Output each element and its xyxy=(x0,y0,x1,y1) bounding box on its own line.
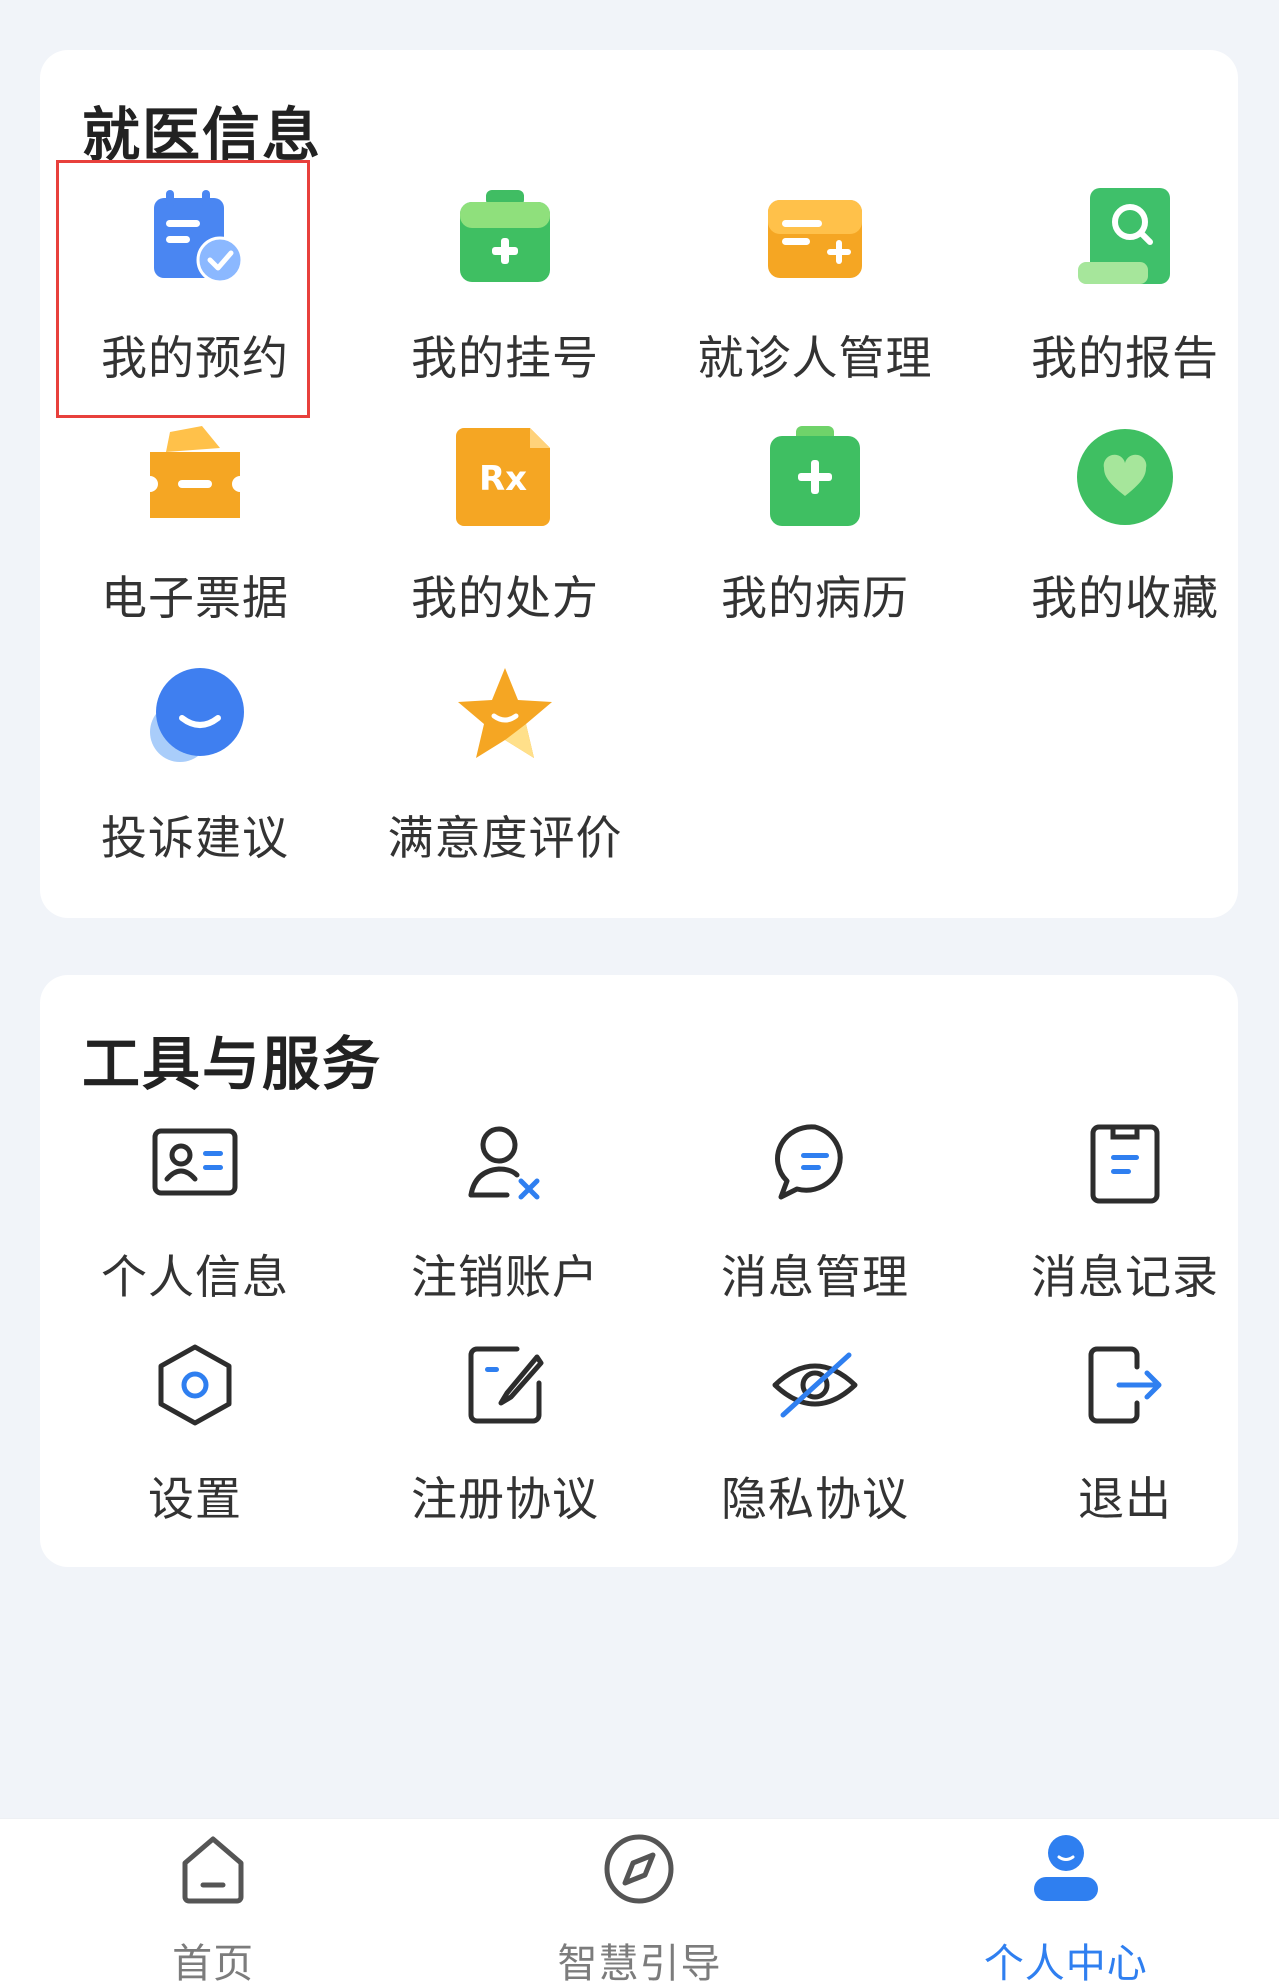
logout-icon xyxy=(1077,1337,1173,1433)
e-ticket-item[interactable]: 电子票据 xyxy=(40,400,350,640)
patient-management-item[interactable]: 就诊人管理 xyxy=(660,160,970,400)
medical-info-card: 就医信息 我的预约 我的挂号 就诊人管理 我的报告 电子票据 Rx 我的处方 我… xyxy=(40,50,1238,918)
id-card-icon xyxy=(147,1115,243,1211)
complaint-label: 投诉建议 xyxy=(101,811,289,865)
tab-personal-center-label: 个人中心 xyxy=(983,1941,1148,1986)
heart-icon xyxy=(1070,422,1180,532)
message-record-label: 消息记录 xyxy=(1031,1250,1219,1304)
personal-info-label: 个人信息 xyxy=(101,1250,289,1304)
my-report-item[interactable]: 我的报告 xyxy=(970,160,1279,400)
clipboard-icon xyxy=(1077,1115,1173,1211)
medical-kit-icon xyxy=(450,182,560,292)
svg-text:Rx: Rx xyxy=(479,459,527,499)
registration-agreement-label: 注册协议 xyxy=(411,1472,599,1526)
my-medical-record-item[interactable]: 我的病历 xyxy=(660,400,970,640)
complaint-item[interactable]: 投诉建议 xyxy=(40,640,350,880)
my-registration-label: 我的挂号 xyxy=(411,331,599,385)
tab-home-label: 首页 xyxy=(172,1941,255,1986)
personal-info-item[interactable]: 个人信息 xyxy=(40,1115,350,1337)
report-search-icon xyxy=(1070,182,1180,292)
patient-management-label: 就诊人管理 xyxy=(697,331,933,385)
my-favorites-label: 我的收藏 xyxy=(1031,571,1219,625)
privacy-agreement-label: 隐私协议 xyxy=(721,1472,909,1526)
calendar-check-icon xyxy=(140,182,250,292)
tools-services-title: 工具与服务 xyxy=(82,1030,383,1098)
settings-label: 设置 xyxy=(148,1472,242,1526)
medical-record-icon xyxy=(760,422,870,532)
tab-home[interactable]: 首页 xyxy=(0,1819,426,1986)
my-appointment-item[interactable]: 我的预约 xyxy=(40,160,350,418)
chat-bubble-icon xyxy=(140,662,250,772)
personal-center-page: 就医信息 我的预约 我的挂号 就诊人管理 我的报告 电子票据 Rx 我的处方 我… xyxy=(0,0,1279,1986)
hexagon-settings-icon xyxy=(147,1337,243,1433)
cancel-account-label: 注销账户 xyxy=(411,1250,599,1304)
bottom-tab-bar: 首页 智慧引导 个人中心 xyxy=(0,1818,1279,1986)
logout-item[interactable]: 退出 xyxy=(970,1337,1279,1559)
message-management-label: 消息管理 xyxy=(721,1250,909,1304)
edit-document-icon xyxy=(457,1337,553,1433)
my-report-label: 我的报告 xyxy=(1031,331,1219,385)
privacy-agreement-item[interactable]: 隐私协议 xyxy=(660,1337,970,1559)
medical-info-grid: 我的预约 我的挂号 就诊人管理 我的报告 电子票据 Rx 我的处方 我的病历 我… xyxy=(40,160,1238,880)
registration-agreement-item[interactable]: 注册协议 xyxy=(350,1337,660,1559)
satisfaction-label: 满意度评价 xyxy=(387,811,623,865)
my-prescription-item[interactable]: Rx 我的处方 xyxy=(350,400,660,640)
tab-personal-center[interactable]: 个人中心 xyxy=(853,1819,1279,1986)
home-icon xyxy=(173,1829,253,1909)
my-registration-item[interactable]: 我的挂号 xyxy=(350,160,660,400)
user-remove-icon xyxy=(457,1115,553,1211)
star-icon xyxy=(450,662,560,772)
tab-smart-guide-label: 智慧引导 xyxy=(557,1941,722,1986)
cancel-account-item[interactable]: 注销账户 xyxy=(350,1115,660,1337)
message-management-item[interactable]: 消息管理 xyxy=(660,1115,970,1337)
patient-card-icon xyxy=(760,182,870,292)
e-ticket-label: 电子票据 xyxy=(101,571,289,625)
satisfaction-item[interactable]: 满意度评价 xyxy=(350,640,660,880)
my-favorites-item[interactable]: 我的收藏 xyxy=(970,400,1279,640)
tools-services-grid: 个人信息 注销账户 消息管理 消息记录 设置 注册协议 隐私协议 退出 xyxy=(40,1115,1238,1559)
ticket-icon xyxy=(140,422,250,532)
my-prescription-label: 我的处方 xyxy=(411,571,599,625)
message-icon xyxy=(767,1115,863,1211)
my-medical-record-label: 我的病历 xyxy=(721,571,909,625)
eye-slash-icon xyxy=(767,1337,863,1433)
user-icon xyxy=(1026,1829,1106,1909)
settings-item[interactable]: 设置 xyxy=(40,1337,350,1559)
message-record-item[interactable]: 消息记录 xyxy=(970,1115,1279,1337)
tab-smart-guide[interactable]: 智慧引导 xyxy=(426,1819,852,1986)
logout-label: 退出 xyxy=(1078,1472,1172,1526)
tools-services-card: 工具与服务 个人信息 注销账户 消息管理 消息记录 设置 注册协议 隐私协议 退… xyxy=(40,975,1238,1567)
compass-icon xyxy=(599,1829,679,1909)
my-appointment-label: 我的预约 xyxy=(101,331,289,385)
prescription-icon: Rx xyxy=(450,422,560,532)
